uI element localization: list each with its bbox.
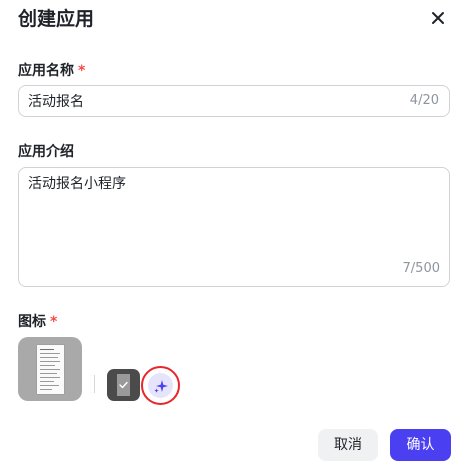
app-icon-preview bbox=[18, 337, 82, 401]
required-mark: * bbox=[78, 63, 86, 79]
icon-option-checklist[interactable] bbox=[107, 369, 140, 401]
icon-label: 图标 * bbox=[18, 312, 57, 332]
sparkle-icon bbox=[153, 379, 168, 393]
close-icon bbox=[432, 12, 444, 24]
required-mark: * bbox=[50, 314, 58, 330]
app-name-field: 4/20 bbox=[18, 85, 450, 117]
app-name-char-count: 4/20 bbox=[409, 93, 439, 108]
icon-divider bbox=[94, 375, 95, 393]
app-desc-label-text: 应用介绍 bbox=[18, 144, 74, 160]
document-icon bbox=[37, 345, 64, 394]
dialog-title: 创建应用 bbox=[18, 8, 95, 30]
cancel-button[interactable]: 取消 bbox=[318, 429, 378, 461]
app-name-label: 应用名称 * bbox=[18, 61, 85, 81]
icon-label-text: 图标 bbox=[18, 314, 46, 330]
app-name-input[interactable] bbox=[19, 86, 399, 116]
checklist-icon bbox=[117, 374, 130, 396]
ai-generate-icon-button[interactable] bbox=[148, 373, 173, 398]
app-name-label-text: 应用名称 bbox=[18, 63, 74, 79]
app-desc-field: 活动报名小程序 7/500 bbox=[18, 167, 450, 287]
confirm-button[interactable]: 确认 bbox=[390, 429, 451, 461]
app-desc-label: 应用介绍 bbox=[18, 142, 74, 162]
app-desc-textarea[interactable]: 活动报名小程序 bbox=[19, 168, 449, 264]
create-app-dialog: 创建应用 应用名称* 4/20 应用介绍 活动报名小程序 7/500 图标* bbox=[0, 0, 466, 466]
close-button[interactable] bbox=[428, 8, 448, 28]
app-desc-char-count: 7/500 bbox=[402, 261, 440, 276]
